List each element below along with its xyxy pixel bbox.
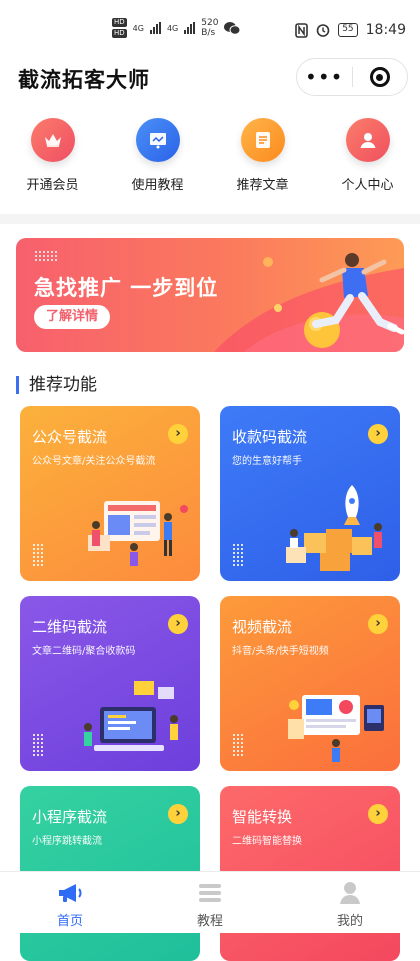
- card-subtitle: 小程序跳转截流: [32, 836, 102, 847]
- user-icon: [345, 118, 390, 162]
- net-speed-unit: B/s: [201, 28, 216, 38]
- crown-icon: [30, 118, 75, 162]
- network-label-2: 4G: [166, 23, 179, 33]
- dots-decoration: [34, 250, 58, 262]
- hd-badge-1: HD: [112, 18, 127, 27]
- wechat-icon: [224, 21, 241, 35]
- signal-icon-2: [184, 22, 196, 34]
- list-icon: [196, 880, 224, 906]
- dots-decoration: [32, 543, 44, 567]
- card-subtitle: 公众号文章/关注公众号截流: [32, 456, 156, 467]
- status-center: HD HD 4G 4G 520 B/s: [112, 18, 241, 38]
- bottom-tab-bar: 首页 教程 我的: [0, 871, 420, 933]
- quick-nav-membership[interactable]: 开通会员: [0, 118, 105, 193]
- banner-title: 急找推广 一步到位: [34, 276, 219, 300]
- tab-label: 教程: [196, 914, 223, 929]
- tab-mine[interactable]: 我的: [280, 872, 420, 933]
- promo-banner[interactable]: 急找推广 一步到位 了解详情: [16, 238, 404, 352]
- close-button[interactable]: [353, 67, 408, 87]
- app-title: 截流拓客大师: [18, 68, 150, 92]
- card-subtitle: 您的生意好帮手: [232, 456, 302, 467]
- quick-nav: 开通会员 使用教程 推荐文章 个人中心: [0, 118, 420, 193]
- app-header: 截流拓客大师 •••: [0, 56, 420, 100]
- rocket-boxes-illustration: [286, 485, 382, 571]
- dots-decoration: [32, 733, 44, 757]
- card-subtitle: 抖音/头条/快手短视频: [232, 646, 329, 657]
- card-payment-code[interactable]: 收款码截流 您的生意好帮手 ›: [220, 406, 400, 581]
- hd-badge-2: HD: [112, 29, 127, 38]
- chevron-right-icon[interactable]: ›: [168, 424, 188, 444]
- people-screen-illustration: [88, 501, 188, 566]
- card-title: 收款码截流: [232, 428, 308, 446]
- nfc-icon: [295, 22, 308, 38]
- net-speed: 520 B/s: [201, 18, 218, 38]
- quick-nav-articles[interactable]: 推荐文章: [210, 118, 315, 193]
- card-official-account[interactable]: 公众号截流 公众号文章/关注公众号截流 ›: [20, 406, 200, 581]
- quick-nav-tutorial[interactable]: 使用教程: [105, 118, 210, 193]
- section-title: 推荐功能: [16, 376, 97, 394]
- chevron-right-icon[interactable]: ›: [368, 614, 388, 634]
- book-reader-icon: [135, 118, 180, 162]
- chevron-right-icon[interactable]: ›: [368, 424, 388, 444]
- quick-nav-label: 开通会员: [26, 178, 79, 193]
- alarm-icon: [316, 24, 330, 37]
- battery-icon: 55: [338, 23, 358, 37]
- card-subtitle: 文章二维码/聚合收款码: [32, 646, 136, 657]
- clock-time: 18:49: [365, 22, 406, 38]
- card-subtitle: 二维码智能替换: [232, 836, 302, 847]
- chevron-right-icon[interactable]: ›: [168, 614, 188, 634]
- status-bar: HD HD 4G 4G 520 B/s 55 18:49: [0, 0, 420, 54]
- card-title: 智能转换: [232, 808, 293, 826]
- net-speed-value: 520: [201, 18, 219, 28]
- profile-icon: [336, 880, 364, 906]
- tab-label: 我的: [336, 914, 363, 929]
- tab-label: 首页: [56, 914, 83, 929]
- card-title: 公众号截流: [32, 428, 108, 446]
- card-title: 视频截流: [232, 618, 293, 636]
- more-button[interactable]: •••: [297, 67, 352, 87]
- quick-nav-label: 个人中心: [341, 178, 394, 193]
- card-title: 二维码截流: [32, 618, 108, 636]
- tab-tutorial[interactable]: 教程: [140, 872, 280, 933]
- video-dashboard-illustration: [288, 695, 384, 762]
- miniprogram-capsule: •••: [296, 58, 408, 96]
- banner-illustration: [214, 253, 404, 352]
- quick-nav-label: 推荐文章: [236, 178, 289, 193]
- banner-details-button[interactable]: 了解详情: [34, 305, 111, 329]
- card-video[interactable]: 视频截流 抖音/头条/快手短视频 ›: [220, 596, 400, 771]
- hd-badges: HD HD: [112, 18, 127, 38]
- article-icon: [240, 118, 285, 162]
- card-qr-code[interactable]: 二维码截流 文章二维码/聚合收款码 ›: [20, 596, 200, 771]
- target-icon: [369, 67, 390, 87]
- chevron-right-icon[interactable]: ›: [168, 804, 188, 824]
- quick-nav-profile[interactable]: 个人中心: [315, 118, 420, 193]
- network-label-1: 4G: [132, 23, 144, 33]
- card-title: 小程序截流: [32, 808, 108, 826]
- chevron-right-icon[interactable]: ›: [368, 804, 388, 824]
- quick-nav-label: 使用教程: [131, 178, 184, 193]
- computer-workspace-illustration: [84, 681, 178, 751]
- tab-home[interactable]: 首页: [0, 872, 140, 933]
- signal-icon-1: [149, 22, 161, 34]
- status-right: 55 18:49: [295, 22, 406, 38]
- dots-decoration: [232, 543, 244, 567]
- section-divider: [0, 214, 420, 224]
- dots-decoration: [232, 733, 244, 757]
- megaphone-icon: [56, 880, 84, 906]
